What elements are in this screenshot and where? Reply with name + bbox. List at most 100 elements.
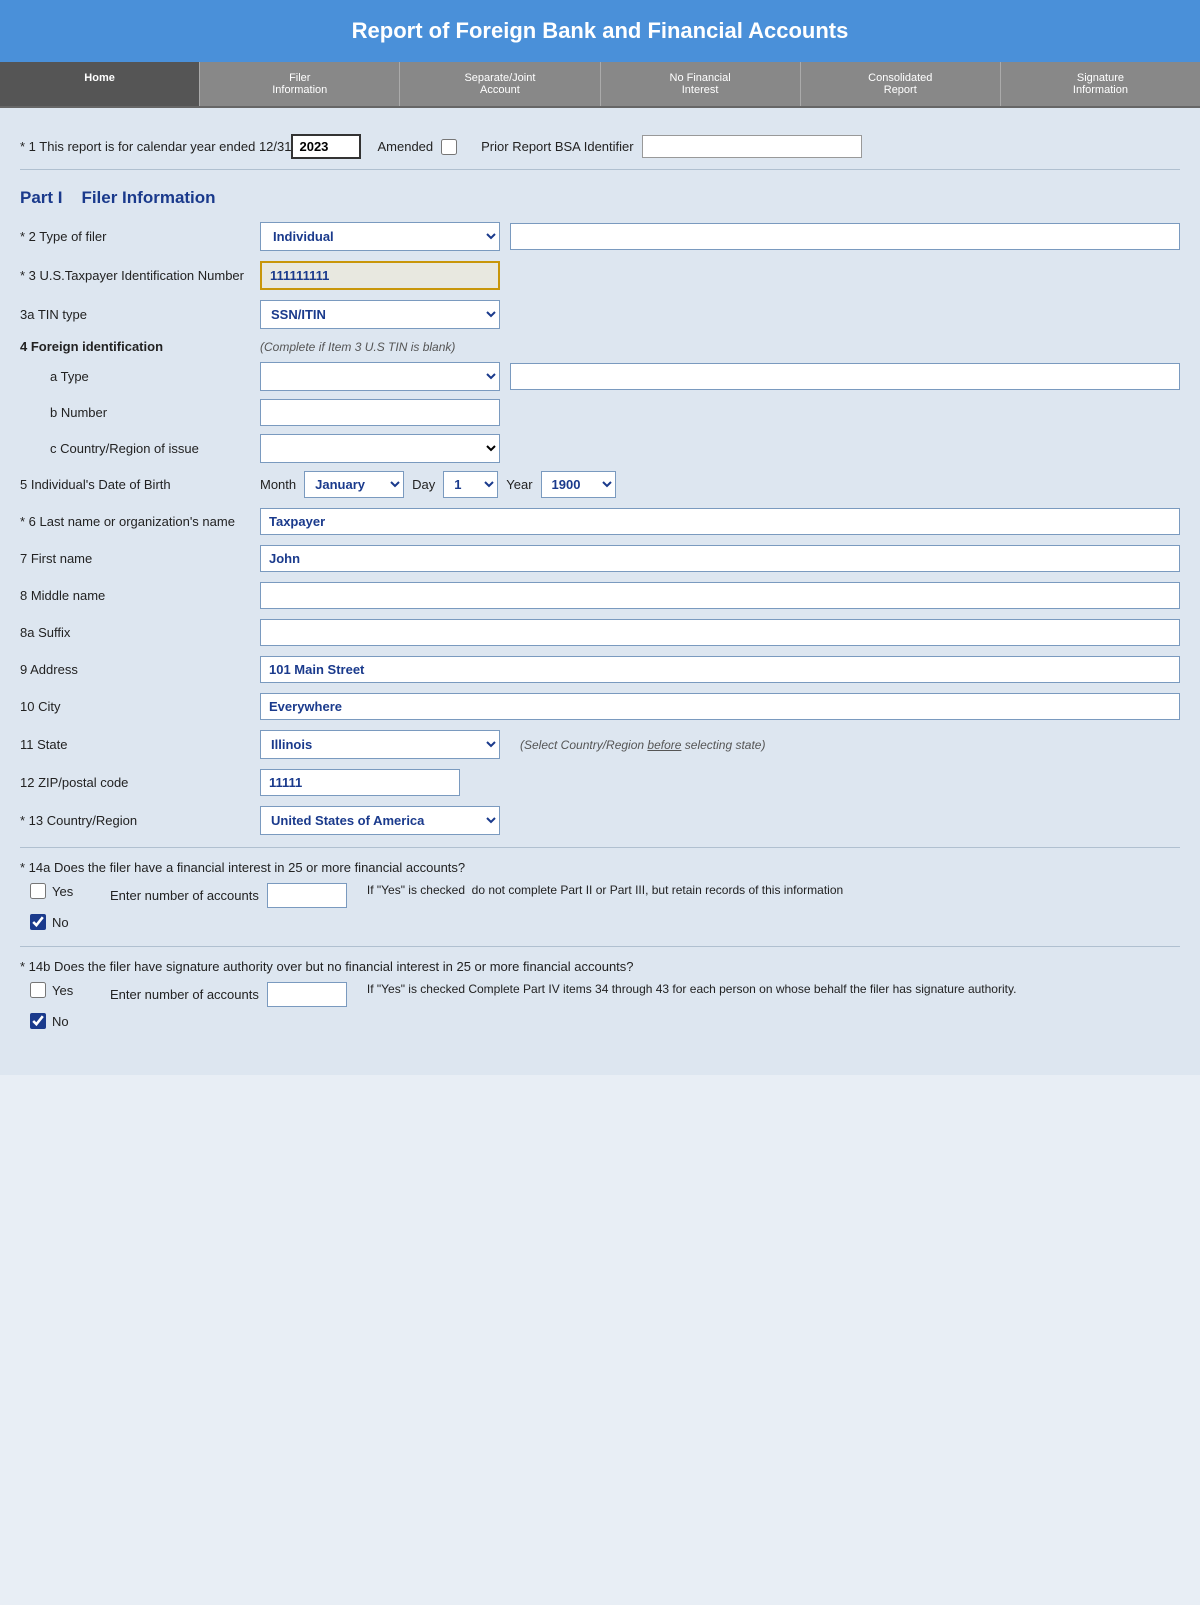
first-name-label: 7 First name <box>20 551 260 566</box>
tin-input[interactable] <box>260 261 500 290</box>
last-name-label: * 6 Last name or organization's name <box>20 514 260 529</box>
state-note: (Select Country/Region before selecting … <box>520 738 765 752</box>
q14a-num-accounts-label: Enter number of accounts <box>110 888 259 903</box>
q14b-no-option: No <box>30 1013 110 1029</box>
q14b-no-label: No <box>52 1014 69 1029</box>
q14b-num-accounts-label: Enter number of accounts <box>110 987 259 1002</box>
type-of-filer-label: * 2 Type of filer <box>20 229 260 244</box>
day-text: Day <box>412 477 435 492</box>
zip-input[interactable] <box>260 769 460 796</box>
city-row: 10 City <box>20 693 1180 720</box>
zip-row: 12 ZIP/postal code <box>20 769 1180 796</box>
nav-item-home[interactable]: Home <box>0 62 200 106</box>
page-header: Report of Foreign Bank and Financial Acc… <box>0 0 1200 62</box>
foreign-id-note: (Complete if Item 3 U.S TIN is blank) <box>260 340 455 354</box>
address-input[interactable] <box>260 656 1180 683</box>
nav-label-filer: FilerInformation <box>272 72 327 96</box>
nav-item-consolidated-report[interactable]: ConsolidatedReport <box>801 62 1001 106</box>
suffix-row: 8a Suffix <box>20 619 1180 646</box>
year-input[interactable] <box>291 134 361 159</box>
nav-label-consolidated: ConsolidatedReport <box>868 72 932 96</box>
dob-day-select[interactable]: 1 2345 6789 10111213 14151617 18192021 2… <box>443 471 498 498</box>
amended-checkbox[interactable] <box>441 139 457 155</box>
foreign-id-type-extra[interactable] <box>510 363 1180 390</box>
city-label: 10 City <box>20 699 260 714</box>
state-select[interactable]: Illinois AlabamaAlaskaArizona ArkansasCa… <box>260 730 500 759</box>
part-label: Part I <box>20 188 63 207</box>
nav-label-separate: Separate/JointAccount <box>464 72 535 96</box>
middle-name-label: 8 Middle name <box>20 588 260 603</box>
middle-name-input[interactable] <box>260 582 1180 609</box>
foreign-id-number-input[interactable] <box>260 399 500 426</box>
nav-item-filer-information[interactable]: FilerInformation <box>200 62 400 106</box>
bsa-label: Prior Report BSA Identifier <box>481 139 633 154</box>
type-of-filer-extra[interactable] <box>510 223 1180 250</box>
foreign-id-type-select[interactable]: Passport Driver License Other <box>260 362 500 391</box>
nav-item-signature-information[interactable]: SignatureInformation <box>1001 62 1200 106</box>
middle-name-row: 8 Middle name <box>20 582 1180 609</box>
tin-row: * 3 U.S.Taxpayer Identification Number <box>20 261 1180 290</box>
q14b-block: * 14b Does the filer have signature auth… <box>20 959 1180 1029</box>
city-input[interactable] <box>260 693 1180 720</box>
q14b-note: If "Yes" is checked Complete Part IV ite… <box>367 982 1180 996</box>
foreign-id-header: 4 Foreign identification (Complete if It… <box>20 339 1180 354</box>
part-subtitle: Filer Information <box>81 188 215 207</box>
tin-label: * 3 U.S.Taxpayer Identification Number <box>20 268 260 283</box>
nav-label-home: Home <box>84 72 115 84</box>
q14a-yes-row: Yes Enter number of accounts If "Yes" is… <box>20 883 1180 908</box>
dob-label: 5 Individual's Date of Birth <box>20 477 260 492</box>
last-name-input[interactable] <box>260 508 1180 535</box>
page-title: Report of Foreign Bank and Financial Acc… <box>352 18 849 43</box>
year-row-label: * 1 This report is for calendar year end… <box>20 139 291 154</box>
first-name-input[interactable] <box>260 545 1180 572</box>
nav-item-no-financial-interest[interactable]: No FinancialInterest <box>601 62 801 106</box>
foreign-id-country-row: c Country/Region of issue United States … <box>20 434 1180 463</box>
state-row: 11 State Illinois AlabamaAlaskaArizona A… <box>20 730 1180 759</box>
foreign-id-number-label: b Number <box>50 405 260 420</box>
nav-label-no-financial: No FinancialInterest <box>670 72 731 96</box>
type-of-filer-select[interactable]: Individual Partnership Corporation Conso… <box>260 222 500 251</box>
foreign-id-number-row: b Number <box>20 399 1180 426</box>
q14b-yes-option: Yes <box>30 982 110 998</box>
q14a-note: If "Yes" is checked do not complete Part… <box>367 883 1180 897</box>
nav-item-separate-joint[interactable]: Separate/JointAccount <box>400 62 600 106</box>
address-row: 9 Address <box>20 656 1180 683</box>
main-content: * 1 This report is for calendar year end… <box>0 108 1200 1075</box>
q14a-num-accounts-input[interactable] <box>267 883 347 908</box>
q14a-block: * 14a Does the filer have a financial in… <box>20 860 1180 930</box>
q14b-num-accounts-input[interactable] <box>267 982 347 1007</box>
divider-2 <box>20 946 1180 947</box>
tin-type-label: 3a TIN type <box>20 307 260 322</box>
q14a-yes-checkbox[interactable] <box>30 883 46 899</box>
q14a-note-text: If "Yes" is checked do not complete Part… <box>367 883 843 897</box>
tin-type-select[interactable]: SSN/ITIN EIN Foreign <box>260 300 500 329</box>
foreign-id-type-label: a Type <box>50 369 260 384</box>
q14b-no-checkbox[interactable] <box>30 1013 46 1029</box>
address-label: 9 Address <box>20 662 260 677</box>
q14b-yes-checkbox[interactable] <box>30 982 46 998</box>
q14b-title: * 14b Does the filer have signature auth… <box>20 959 1180 974</box>
foreign-id-label: 4 Foreign identification <box>20 339 260 354</box>
last-name-row: * 6 Last name or organization's name <box>20 508 1180 535</box>
q14a-title: * 14a Does the filer have a financial in… <box>20 860 1180 875</box>
year-text: Year <box>506 477 532 492</box>
foreign-id-country-select[interactable]: United States Canada United Kingdom Othe… <box>260 434 500 463</box>
q14a-yes-option: Yes <box>30 883 110 899</box>
country-select[interactable]: United States of America Canada United K… <box>260 806 500 835</box>
dob-controls: Month January February March April May J… <box>260 471 616 498</box>
q14b-no-row: No <box>20 1013 1180 1029</box>
dob-year-select[interactable]: 1900 1950 1960 1970 1975 1980 1985 1990 … <box>541 471 616 498</box>
q14b-yes-row: Yes Enter number of accounts If "Yes" is… <box>20 982 1180 1007</box>
amended-label: Amended <box>377 139 433 154</box>
dob-month-select[interactable]: January February March April May June Ju… <box>304 471 404 498</box>
foreign-id-section: 4 Foreign identification (Complete if It… <box>20 339 1180 463</box>
suffix-input[interactable] <box>260 619 1180 646</box>
first-name-row: 7 First name <box>20 545 1180 572</box>
q14b-yes-label: Yes <box>52 983 73 998</box>
country-label: * 13 Country/Region <box>20 813 260 828</box>
q14a-no-checkbox[interactable] <box>30 914 46 930</box>
country-row: * 13 Country/Region United States of Ame… <box>20 806 1180 835</box>
navigation-bar: Home FilerInformation Separate/JointAcco… <box>0 62 1200 108</box>
bsa-identifier-input[interactable] <box>642 135 862 158</box>
month-text: Month <box>260 477 296 492</box>
